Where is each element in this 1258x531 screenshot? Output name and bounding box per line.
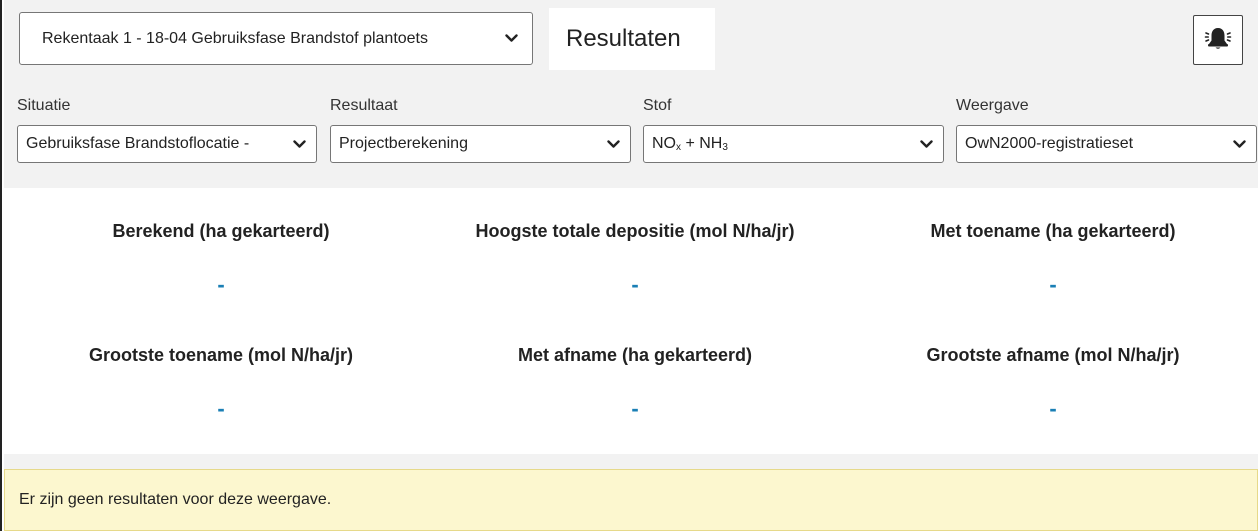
situatie-label: Situatie — [17, 97, 71, 114]
stat-title: Hoogste totale depositie (mol N/ha/jr) — [475, 221, 795, 241]
stat-grootste-toename: Grootste toename (mol N/ha/jr) - — [12, 345, 430, 422]
divider — [4, 454, 1258, 469]
weergave-select[interactable]: OwN2000-registratieset — [956, 125, 1257, 163]
chevron-down-icon — [1232, 137, 1246, 151]
calculation-task-select[interactable]: Rekentaak 1 - 18-04 Gebruiksfase Brandst… — [19, 12, 533, 65]
calculation-task-value: Rekentaak 1 - 18-04 Gebruiksfase Brandst… — [42, 29, 428, 47]
chevron-down-icon — [919, 137, 933, 151]
stat-value: - — [1049, 272, 1057, 297]
resultaat-value: Projectberekening — [339, 135, 468, 152]
stat-berekend: Berekend (ha gekarteerd) - — [12, 221, 430, 298]
stat-value: - — [1049, 396, 1057, 421]
stat-grootste-afname: Grootste afname (mol N/ha/jr) - — [844, 345, 1258, 422]
stat-value: - — [217, 272, 225, 297]
stat-met-toename: Met toename (ha gekarteerd) - — [844, 221, 1258, 298]
summary-stats: Berekend (ha gekarteerd) - Hoogste total… — [4, 188, 1258, 454]
stof-select[interactable]: NOx + NH3 — [643, 125, 944, 163]
weergave-label: Weergave — [956, 97, 1029, 114]
results-panel: Rekentaak 1 - 18-04 Gebruiksfase Brandst… — [0, 0, 1258, 531]
stat-value: - — [631, 272, 639, 297]
alarm-bell-icon — [1204, 25, 1232, 56]
stat-value: - — [631, 396, 639, 421]
stat-value: - — [217, 396, 225, 421]
notifications-button[interactable] — [1193, 15, 1243, 65]
tab-resultaten[interactable]: Resultaten — [549, 8, 715, 70]
filter-bar: Situatie Gebruiksfase Brandstoflocatie -… — [4, 70, 1258, 188]
stat-met-afname: Met afname (ha gekarteerd) - — [426, 345, 844, 422]
chevron-down-icon — [292, 137, 306, 151]
chevron-down-icon — [606, 137, 620, 151]
situatie-value: Gebruiksfase Brandstoflocatie - — [26, 135, 250, 152]
stat-title: Grootste toename (mol N/ha/jr) — [88, 345, 354, 365]
resultaat-select[interactable]: Projectberekening — [330, 125, 631, 163]
stat-title: Grootste afname (mol N/ha/jr) — [926, 345, 1180, 365]
situatie-select[interactable]: Gebruiksfase Brandstoflocatie - — [17, 125, 317, 163]
no-results-notice: Er zijn geen resultaten voor deze weerga… — [4, 469, 1258, 531]
resultaat-label: Resultaat — [330, 97, 398, 114]
weergave-value: OwN2000-registratieset — [965, 135, 1134, 152]
stat-hoogste-totale-depositie: Hoogste totale depositie (mol N/ha/jr) - — [426, 221, 844, 298]
chevron-down-icon — [504, 32, 518, 46]
stat-title: Met afname (ha gekarteerd) — [517, 345, 753, 365]
stat-title: Met toename (ha gekarteerd) — [930, 221, 1176, 241]
stof-label: Stof — [643, 97, 672, 114]
stof-value: NOx + NH3 — [652, 135, 728, 153]
top-bar: Rekentaak 1 - 18-04 Gebruiksfase Brandst… — [4, 0, 1258, 70]
stat-title: Berekend (ha gekarteerd) — [112, 221, 330, 241]
